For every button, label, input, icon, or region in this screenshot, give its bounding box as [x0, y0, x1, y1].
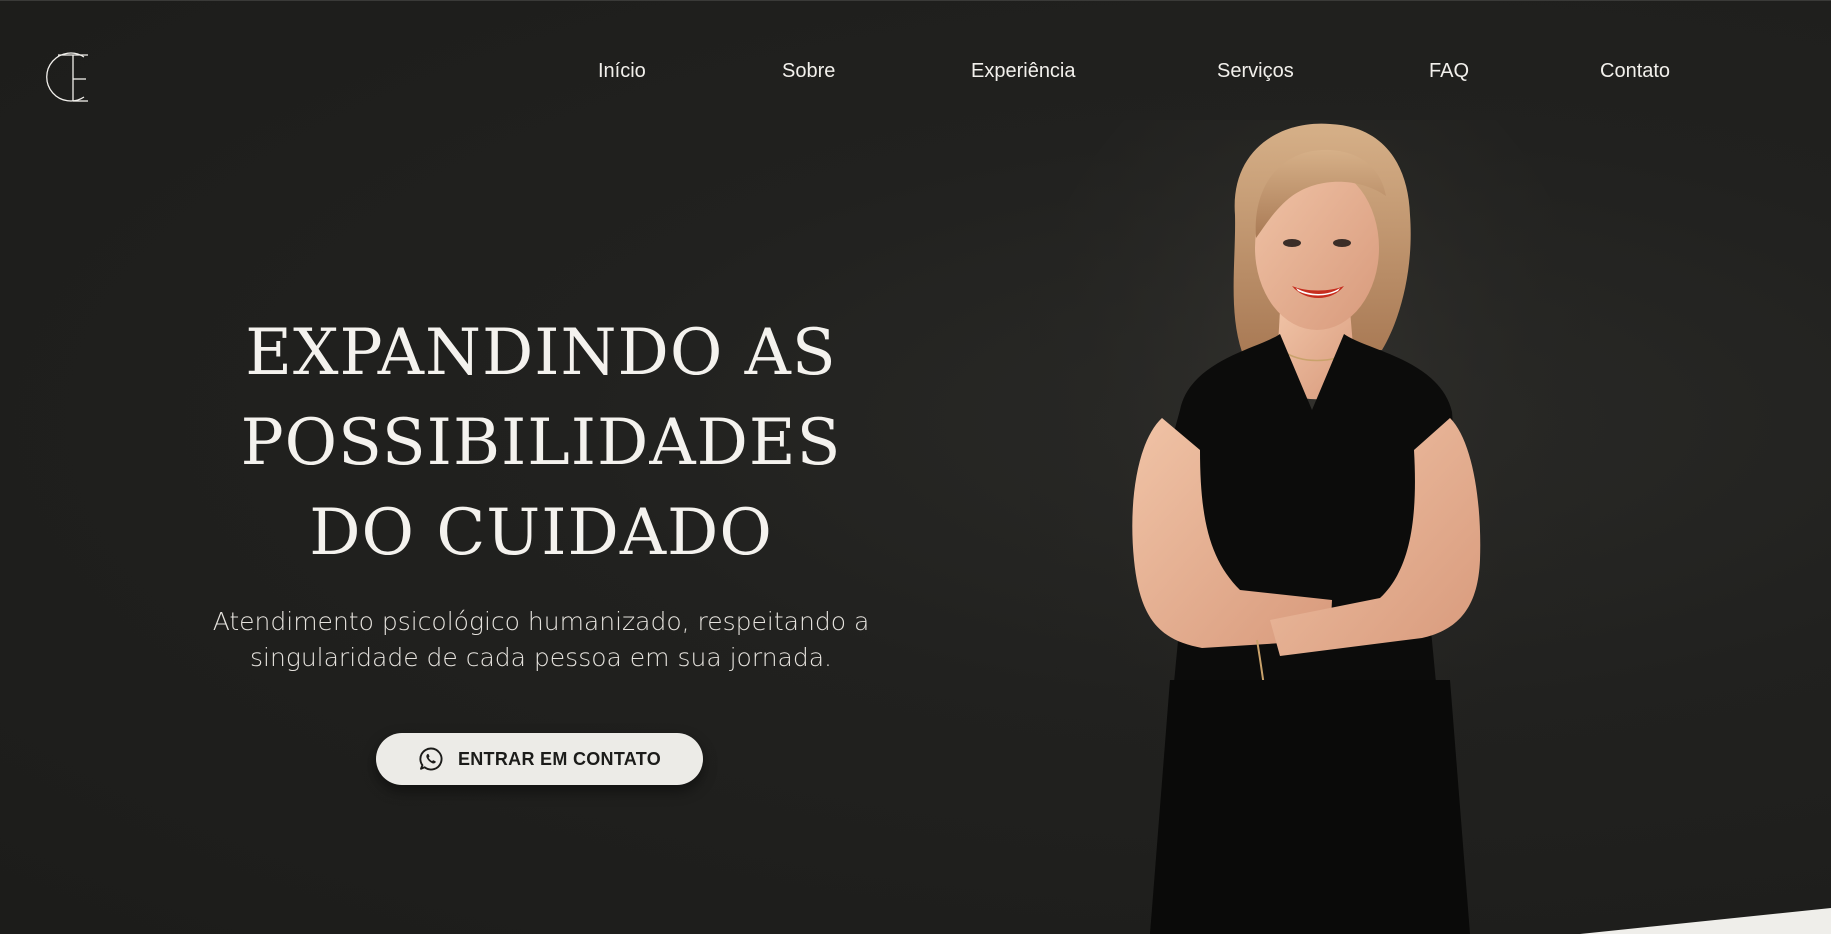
nav-item-servicos[interactable]: Serviços	[1217, 60, 1429, 83]
nav-item-inicio[interactable]: Início	[598, 60, 782, 83]
nav-item-sobre[interactable]: Sobre	[782, 60, 971, 83]
nav-item-experiencia[interactable]: Experiência	[971, 60, 1217, 83]
monogram-logo-icon[interactable]	[44, 49, 100, 105]
main-nav: Início Sobre Experiência Serviços FAQ Co…	[598, 60, 1670, 83]
landing-page: Início Sobre Experiência Serviços FAQ Co…	[0, 0, 1831, 934]
top-border	[0, 0, 1831, 1]
hero-title: EXPANDINDO AS POSSIBILIDADES DO CUIDADO	[196, 308, 886, 578]
whatsapp-icon	[419, 747, 443, 771]
hero-subtitle-line: Atendimento psicológico humanizado, resp…	[212, 607, 870, 636]
nav-item-faq[interactable]: FAQ	[1429, 60, 1600, 83]
hero-title-line: POSSIBILIDADES	[240, 406, 842, 480]
hero-subtitle: Atendimento psicológico humanizado, resp…	[196, 604, 886, 676]
portrait-photo	[1030, 120, 1590, 934]
contact-button-label: ENTRAR EM CONTATO	[457, 748, 662, 769]
hero-title-line: EXPANDINDO AS	[245, 316, 837, 390]
nav-item-contato[interactable]: Contato	[1600, 60, 1670, 83]
hero-title-line: DO CUIDADO	[309, 496, 773, 570]
hero-subtitle-line: singularidade de cada pessoa em sua jorn…	[250, 643, 832, 672]
contact-button[interactable]: ENTRAR EM CONTATO	[376, 733, 703, 785]
